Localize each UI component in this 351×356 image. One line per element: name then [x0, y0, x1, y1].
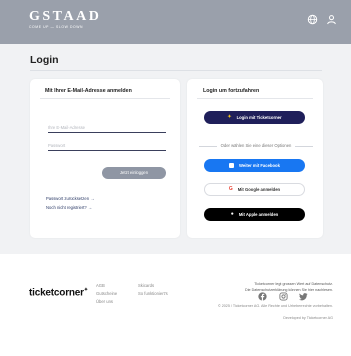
- facebook-login-label: Weiter mit Facebook: [239, 163, 280, 168]
- arrow-right-icon: →: [90, 196, 95, 201]
- copyright-text: © 2025 / Ticketcorner AG. Alle Rechte un…: [217, 304, 333, 308]
- site-header: GSTAAD COME UP — SLOW DOWN: [0, 0, 351, 44]
- apple-icon: ●: [230, 211, 234, 217]
- footer-brand: ticketcorner: [29, 287, 84, 299]
- password-field[interactable]: [48, 141, 166, 151]
- footer-link-ueber-uns[interactable]: Über uns: [96, 299, 113, 304]
- logo-tagline: COME UP — SLOW DOWN: [29, 25, 84, 29]
- forgot-password-link[interactable]: Passwort zurücksetzen →: [46, 196, 94, 201]
- gstaad-logo[interactable]: GSTAAD COME UP — SLOW DOWN: [29, 9, 101, 29]
- footer-link-gutscheine[interactable]: Gutscheine: [96, 291, 117, 296]
- login-button[interactable]: Jetzt einloggen: [102, 167, 166, 179]
- footer-link-so-funktionierts[interactable]: So funktioniert's: [138, 291, 168, 296]
- globe-icon[interactable]: [307, 14, 318, 25]
- title-divider: [30, 70, 322, 71]
- facebook-login-button[interactable]: Weiter mit Facebook: [204, 159, 305, 172]
- logo-wordmark: GSTAAD: [29, 9, 102, 24]
- ticketcorner-login-button[interactable]: ✦ Login mit Ticketcorner: [204, 111, 305, 124]
- privacy-note: Ticketcorner legt grossen Wert auf Daten…: [254, 282, 333, 286]
- social-login-title: Login um fortzufahren: [203, 88, 260, 94]
- google-login-button[interactable]: G Mit Google anmelden: [204, 183, 305, 196]
- apple-login-button[interactable]: ● Mit Apple anmelden: [204, 208, 305, 221]
- forgot-password-label: Passwort zurücksetzen: [46, 196, 90, 201]
- ticketcorner-login-label: Login mit Ticketcorner: [236, 115, 282, 120]
- ticketcorner-star-icon: ✦: [227, 114, 232, 120]
- email-login-card: Mit Ihrer E-Mail-Adresse anmelden Jetzt …: [30, 79, 180, 238]
- social-login-card: Login um fortzufahren ✦ Login mit Ticketc…: [187, 79, 323, 238]
- google-icon: G: [228, 186, 233, 192]
- register-label: Noch nicht registriert?: [46, 205, 87, 210]
- or-divider-left: [199, 146, 217, 147]
- or-text: Oder wählen Sie eine dieser Optionen: [220, 143, 292, 148]
- arrow-right-icon: →: [87, 205, 93, 210]
- ticketcorner-logo[interactable]: ticketcorner✦: [29, 287, 88, 298]
- or-divider-right: [295, 146, 313, 147]
- brand-star-icon: ✦: [83, 287, 88, 293]
- page-title: Login: [30, 54, 59, 66]
- apple-login-label: Mit Apple anmelden: [238, 212, 279, 217]
- email-field[interactable]: [48, 123, 166, 133]
- twitter-icon[interactable]: [299, 292, 308, 301]
- facebook-icon[interactable]: [258, 292, 267, 301]
- footer-link-agb[interactable]: AGB: [96, 283, 105, 288]
- card-divider: [197, 98, 313, 99]
- google-login-label: Mit Google anmelden: [237, 187, 281, 192]
- footer-link-skicards[interactable]: Skicards: [138, 283, 154, 288]
- register-link[interactable]: Noch nicht registriert? →: [46, 205, 92, 210]
- email-login-title: Mit Ihrer E-Mail-Adresse anmelden: [45, 88, 132, 94]
- instagram-icon[interactable]: [279, 292, 288, 301]
- developed-by-text: Developed by Ticketcorner AG: [283, 316, 333, 320]
- card-divider: [40, 98, 170, 99]
- user-icon[interactable]: [326, 14, 337, 25]
- facebook-icon: [229, 162, 235, 168]
